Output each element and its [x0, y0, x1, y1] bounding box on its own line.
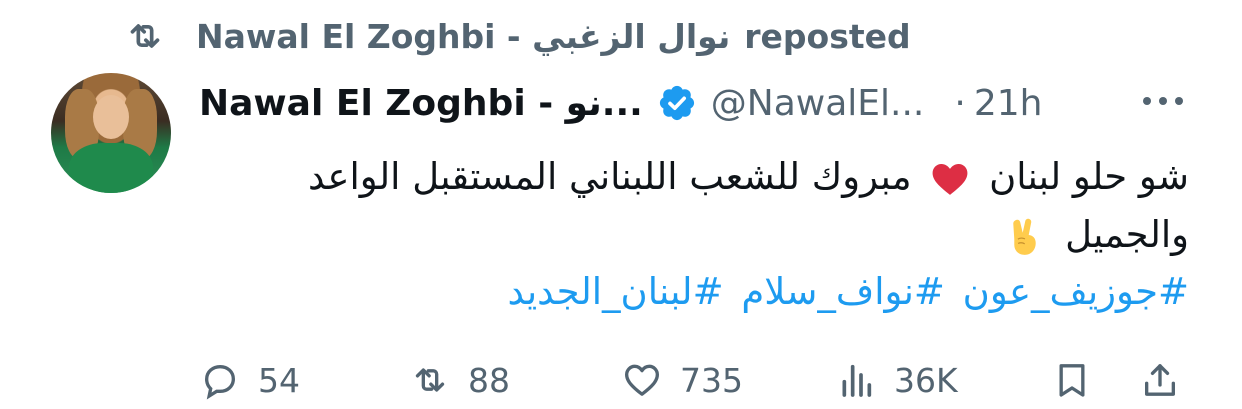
repost-icon	[415, 368, 445, 392]
hashtag-link[interactable]: #جوزيف_عون	[963, 270, 1189, 313]
hashtag-link[interactable]: #نواف_سلام	[741, 270, 945, 313]
hashtag-link[interactable]: #لبنان_الجديد	[507, 270, 723, 313]
views-count: 36K	[894, 360, 958, 400]
views-icon	[842, 364, 872, 397]
repost-icon	[130, 24, 160, 48]
hashtags: #جوزيف_عون #نواف_سلام #لبنان_الجديد	[199, 264, 1189, 320]
bookmark-icon	[1059, 364, 1085, 397]
reposted-label: reposted	[744, 16, 911, 56]
share-icon	[1145, 364, 1175, 396]
bookmark-button[interactable]	[1052, 352, 1092, 408]
tweet-text-part-1: شو حلو لبنان	[989, 155, 1189, 198]
like-icon	[625, 364, 659, 396]
tweet-text-line-1: شو حلو لبنان مبروك للشعب اللبناني المستق…	[199, 148, 1189, 206]
tweet-text-part-3: والجميل	[1065, 213, 1189, 256]
share-button[interactable]	[1140, 352, 1180, 408]
tweet-text-part-2: مبروك للشعب اللبناني المستقبل الواعد	[308, 155, 912, 198]
action-bar: 54 88 735 36K	[0, 352, 1242, 408]
like-button[interactable]: 735	[622, 352, 743, 408]
reply-count: 54	[258, 360, 300, 400]
red-heart-icon	[932, 163, 968, 195]
tweet-text: شو حلو لبنان مبروك للشعب اللبناني المستق…	[199, 148, 1189, 264]
separator-dot: ·	[954, 82, 966, 124]
verified-badge-icon[interactable]	[657, 83, 697, 123]
author-display-name[interactable]: Nawal El Zoghbi - نو...	[199, 83, 643, 124]
reply-icon	[204, 364, 236, 400]
tweet-text-line-2: والجميل	[199, 206, 1189, 264]
timestamp[interactable]: 21h	[974, 83, 1043, 124]
tweet-header: Nawal El Zoghbi - نو... @NawalEl... · 21…	[199, 76, 1042, 130]
more-options-icon[interactable]	[1138, 86, 1188, 116]
repost-count: 88	[468, 360, 510, 400]
like-count: 735	[680, 360, 743, 400]
reposter-name[interactable]: Nawal El Zoghbi - نوال الزغبي	[196, 17, 730, 56]
repost-indicator[interactable]: Nawal El Zoghbi - نوال الزغبي reposted	[122, 14, 911, 58]
views-button[interactable]: 36K	[836, 352, 958, 408]
avatar[interactable]	[51, 73, 171, 193]
author-handle[interactable]: @NawalEl...	[711, 83, 925, 124]
victory-hand-icon	[1013, 218, 1037, 255]
repost-button[interactable]: 88	[410, 352, 510, 408]
reply-button[interactable]: 54	[200, 352, 300, 408]
